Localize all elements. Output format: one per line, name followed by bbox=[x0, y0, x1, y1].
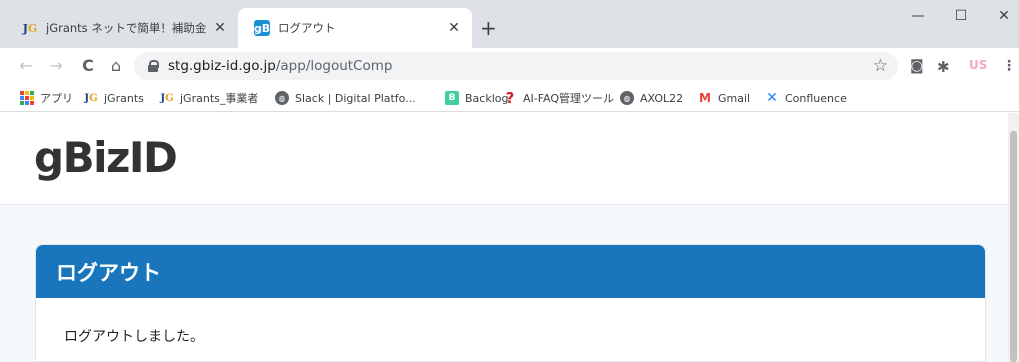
confluence-icon: ✕ bbox=[766, 90, 778, 106]
bookmark-label: jGrants_事業者 bbox=[180, 92, 259, 105]
tab-strip: JG jGrants ネットで簡単！補助金申請 ✕ gB ログアウト ✕ + —… bbox=[0, 0, 1019, 48]
new-tab-button[interactable]: + bbox=[480, 18, 497, 38]
gbizid-icon: gB bbox=[253, 20, 271, 36]
close-icon[interactable]: ✕ bbox=[212, 20, 228, 36]
address-bar[interactable]: stg.gbiz-id.go.jp/app/logoutComp ☆ bbox=[134, 52, 898, 80]
bookmark-label: AXOL22 bbox=[640, 91, 684, 105]
bookmarks-bar: アプリ JG jGrants JG jGrants_事業者 ◍ Slack | … bbox=[0, 84, 1019, 112]
bookmark-jgrants[interactable]: JG jGrants bbox=[84, 90, 144, 106]
logout-card: ログアウト ログアウトしました。 bbox=[35, 244, 986, 362]
url-path: /app/logoutComp bbox=[275, 58, 393, 74]
bookmark-label: Backlog bbox=[465, 91, 509, 105]
maximize-button[interactable]: ☐ bbox=[946, 8, 976, 24]
close-window-button[interactable]: ✕ bbox=[989, 8, 1019, 24]
tab-jgrants[interactable]: JG jGrants ネットで簡単！補助金申請 ✕ bbox=[6, 8, 238, 48]
question-mark-icon: ? bbox=[505, 89, 515, 107]
close-icon[interactable]: ✕ bbox=[446, 20, 462, 36]
backlog-icon: B bbox=[445, 91, 459, 105]
lock-icon[interactable] bbox=[148, 60, 159, 72]
jgrants-icon: JG bbox=[84, 92, 98, 104]
browser-toolbar: ← → C ⌂ stg.gbiz-id.go.jp/app/logoutComp… bbox=[0, 48, 1019, 84]
bookmark-apps[interactable]: アプリ bbox=[20, 90, 73, 106]
globe-icon: ◍ bbox=[275, 91, 289, 105]
profile-button[interactable]: US bbox=[969, 58, 987, 72]
page-viewport: gBizID ログアウト ログアウトしました。 bbox=[0, 113, 1019, 362]
bookmark-gmail[interactable]: M Gmail bbox=[698, 90, 750, 106]
bookmark-jgrants-business[interactable]: JG jGrants_事業者 bbox=[160, 90, 258, 106]
home-button[interactable]: ⌂ bbox=[106, 56, 126, 76]
gbizid-logo[interactable]: gBizID bbox=[34, 133, 178, 182]
minimize-button[interactable]: — bbox=[903, 8, 933, 24]
globe-icon: ◍ bbox=[620, 91, 634, 105]
bookmark-label: アプリ bbox=[40, 92, 73, 105]
bookmark-label: jGrants bbox=[104, 91, 144, 105]
bookmark-label: Confluence bbox=[785, 91, 847, 105]
bookmark-slack[interactable]: ◍ Slack | Digital Platfo... bbox=[275, 90, 416, 106]
tab-logout[interactable]: gB ログアウト ✕ bbox=[238, 8, 472, 48]
vertical-scrollbar[interactable] bbox=[1008, 113, 1019, 362]
bookmark-star-icon[interactable]: ☆ bbox=[873, 56, 888, 76]
apps-grid-icon bbox=[20, 91, 34, 105]
bookmark-backlog[interactable]: B Backlog bbox=[445, 90, 508, 106]
bookmark-confluence[interactable]: ✕ Confluence bbox=[765, 90, 847, 106]
bookmark-ai-faq[interactable]: ? AI-FAQ管理ツール bbox=[503, 89, 615, 107]
site-header: gBizID bbox=[0, 113, 1008, 205]
tab-title: ログアウト bbox=[278, 21, 336, 35]
back-button[interactable]: ← bbox=[16, 56, 36, 76]
gmail-icon: M bbox=[699, 91, 711, 105]
extensions-puzzle-icon[interactable]: ✱ bbox=[937, 58, 950, 76]
menu-kebab-icon[interactable]: ⋮ bbox=[1002, 58, 1016, 74]
bookmark-label: AI-FAQ管理ツール bbox=[523, 92, 615, 105]
tab-title: jGrants ネットで簡単！補助金申請 bbox=[46, 21, 206, 35]
bookmark-axol22[interactable]: ◍ AXOL22 bbox=[620, 90, 683, 106]
bookmark-label: Gmail bbox=[718, 91, 751, 105]
bookmark-label: Slack | Digital Platfo... bbox=[295, 91, 416, 105]
card-title: ログアウト bbox=[36, 245, 985, 298]
forward-button[interactable]: → bbox=[46, 56, 66, 76]
url-host: stg.gbiz-id.go.jp bbox=[168, 58, 276, 74]
scrollbar-thumb[interactable] bbox=[1010, 131, 1017, 362]
camera-icon[interactable]: ◙ bbox=[910, 58, 924, 74]
jgrants-icon: JG bbox=[22, 21, 38, 35]
jgrants-icon: JG bbox=[160, 92, 174, 104]
reload-button[interactable]: C bbox=[78, 56, 98, 76]
logout-message: ログアウトしました。 bbox=[64, 329, 204, 345]
